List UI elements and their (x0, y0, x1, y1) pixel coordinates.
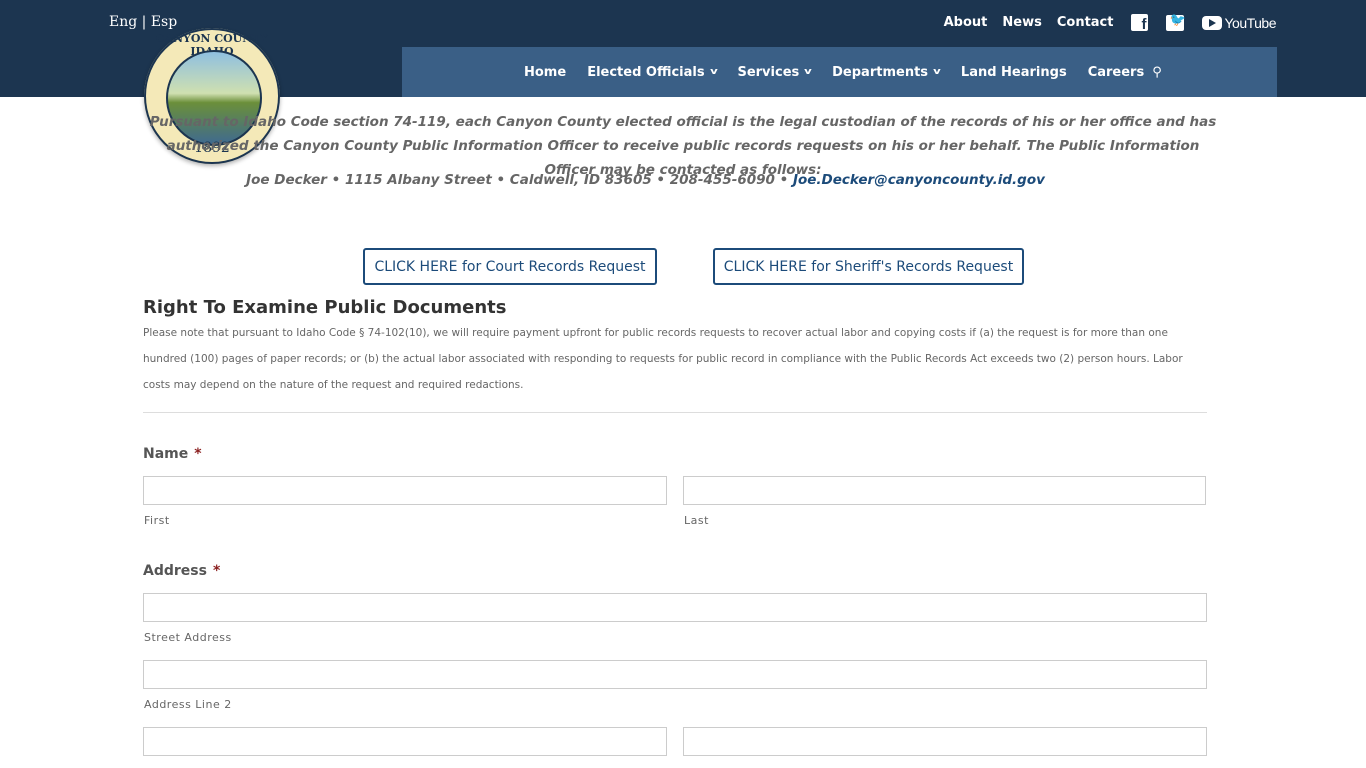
street-address-sublabel: Street Address (144, 631, 232, 644)
address-label: Address * (143, 563, 221, 579)
first-name-input[interactable] (143, 476, 667, 505)
utility-links: About News Contact f 🐦 YouTube (929, 13, 1277, 34)
lang-spanish-link[interactable]: Esp (151, 14, 177, 30)
chevron-down-icon: v (804, 67, 813, 77)
address-line2-input[interactable] (143, 660, 1207, 689)
contact-email-link[interactable]: Joe.Decker@canyoncounty.id.gov (793, 172, 1045, 188)
youtube-link[interactable]: YouTube (1202, 15, 1276, 31)
nav-departments[interactable]: Departments v (832, 65, 941, 80)
youtube-icon (1202, 15, 1223, 30)
section-title: Right To Examine Public Documents (143, 297, 507, 318)
sheriff-records-button[interactable]: CLICK HERE for Sheriff's Records Request (713, 248, 1024, 285)
street-address-input[interactable] (143, 593, 1207, 622)
address-line2-sublabel: Address Line 2 (144, 698, 232, 711)
main-nav: Home Elected Officials v Services v Depart… (402, 47, 1277, 97)
nav-careers[interactable]: Careers (1088, 65, 1145, 80)
nav-home[interactable]: Home (524, 65, 566, 80)
last-name-sublabel: Last (684, 514, 709, 527)
name-label: Name * (143, 446, 202, 462)
city-input[interactable] (143, 727, 667, 756)
facebook-icon[interactable]: f (1131, 14, 1149, 33)
language-switcher: Eng | Esp (109, 14, 177, 30)
news-link[interactable]: News (1002, 15, 1041, 30)
search-icon[interactable]: ⚲ (1152, 65, 1162, 80)
lang-english-link[interactable]: Eng (109, 14, 137, 30)
contact-details: Joe Decker • 1115 Albany Street • Caldwe… (246, 172, 793, 188)
social-links: f 🐦 YouTube (1131, 13, 1276, 33)
contact-info: Joe Decker • 1115 Albany Street • Caldwe… (143, 172, 1148, 188)
required-marker: * (194, 446, 202, 462)
nav-services[interactable]: Services v (737, 65, 813, 80)
payment-notice: Please note that pursuant to Idaho Code … (143, 327, 1183, 391)
first-name-sublabel: First (144, 514, 170, 527)
youtube-label: YouTube (1224, 14, 1276, 31)
divider (143, 412, 1207, 413)
required-marker: * (212, 563, 221, 579)
court-records-button[interactable]: CLICK HERE for Court Records Request (363, 248, 657, 285)
chevron-down-icon: v (933, 67, 941, 77)
state-input[interactable] (683, 727, 1207, 756)
contact-link[interactable]: Contact (1057, 15, 1114, 30)
lang-separator: | (137, 14, 151, 30)
last-name-input[interactable] (683, 476, 1206, 505)
twitter-icon[interactable]: 🐦 (1166, 13, 1186, 31)
nav-elected-officials[interactable]: Elected Officials v (587, 65, 718, 80)
nav-land-hearings[interactable]: Land Hearings (961, 65, 1067, 80)
about-link[interactable]: About (944, 15, 988, 30)
chevron-down-icon: v (709, 67, 718, 77)
